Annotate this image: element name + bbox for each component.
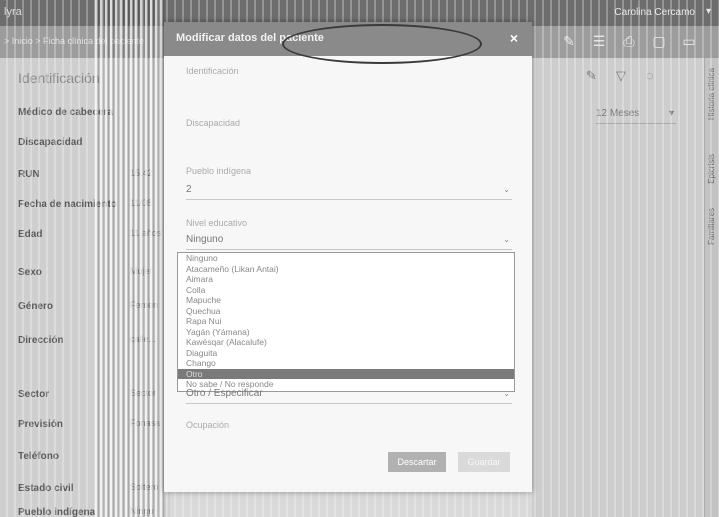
field-value: calle... xyxy=(130,334,157,344)
field-row-fecha-nacimiento: Fecha de nacimiento 11/08 xyxy=(18,198,168,210)
field-value: Fonasa xyxy=(130,418,161,428)
field-label: RUN xyxy=(18,169,40,180)
field-value: Ningu xyxy=(130,506,154,516)
chevron-down-icon: ▾ xyxy=(668,108,674,119)
field-row-edad: Edad 11 años xyxy=(18,228,168,240)
months-select-value: 12 Meses xyxy=(596,108,640,119)
field-label: Sexo xyxy=(18,267,42,278)
months-select[interactable]: 12 Meses ▾ xyxy=(596,108,676,124)
dropdown-option[interactable]: Diaguita xyxy=(178,348,514,359)
chevron-down-icon: ⌄ xyxy=(503,235,510,244)
field-label: Teléfono xyxy=(18,451,59,462)
select-value: Ninguno xyxy=(186,234,224,245)
chat-icon[interactable]: ◌ xyxy=(646,68,654,83)
dropdown-option[interactable]: Mapuche xyxy=(178,295,514,306)
dropdown-option[interactable]: Kawésqar (Alacalufe) xyxy=(178,337,514,348)
chevron-down-icon: ⌄ xyxy=(503,185,510,194)
field-row-telefono: Teléfono xyxy=(18,450,168,462)
edit-icon[interactable]: ✎ xyxy=(560,32,578,50)
highlight-oval xyxy=(282,24,482,64)
field-value: Femen xyxy=(130,300,159,310)
dropdown-option-selected[interactable]: Otro xyxy=(178,368,514,379)
dropdown-option[interactable]: Quechua xyxy=(178,306,514,317)
field-row-prevision: Previsión Fonasa xyxy=(18,418,168,430)
field-label: Estado civil xyxy=(18,483,74,494)
side-tabs: Historia clínica Epicrisis Familiares xyxy=(704,58,719,517)
select-value: Otro / Especificar xyxy=(186,388,263,399)
field-value: Sector xyxy=(130,388,157,398)
right-content-area: ✎ ▽ ◌ 12 Meses ▾ xyxy=(532,58,704,517)
document-icon[interactable]: ▢ xyxy=(650,32,668,50)
modal-field-label: Nivel educativo xyxy=(186,218,248,228)
chevron-down-icon: ⌄ xyxy=(503,389,510,398)
app-title: lyra xyxy=(4,6,22,18)
select-field[interactable]: Otro / Especificar ⌄ xyxy=(186,388,512,404)
edit-patient-modal: Modificar datos del paciente × Identific… xyxy=(164,22,532,492)
field-row-genero: Género Femen xyxy=(18,300,168,312)
dropdown-option[interactable]: Colla xyxy=(178,285,514,296)
breadcrumb[interactable]: > Inicio > Ficha clínica del paciente xyxy=(4,36,144,46)
dropdown-option[interactable]: Aimara xyxy=(178,274,514,285)
field-label: Fecha de nacimiento xyxy=(18,199,117,210)
dropdown-option[interactable]: Ninguno xyxy=(178,253,514,264)
close-icon[interactable]: × xyxy=(510,30,518,46)
field-label: Médico de cabecera xyxy=(18,107,114,118)
pueblo-indigena-select[interactable]: Ninguno ⌄ xyxy=(186,234,512,250)
cancel-button[interactable]: Descartar xyxy=(388,452,446,472)
field-label: Edad xyxy=(18,229,43,240)
side-tab-familiares[interactable]: Familiares xyxy=(707,208,716,245)
field-value: 15.42 xyxy=(130,168,153,178)
field-label: Discapacidad xyxy=(18,137,83,148)
pencil-icon[interactable]: ✎ xyxy=(586,68,597,84)
field-value: Soltero xyxy=(130,482,159,492)
dropdown-option[interactable]: Chango xyxy=(178,358,514,369)
dropdown-option[interactable]: Rapa Nui xyxy=(178,316,514,327)
modal-field-label: Discapacidad xyxy=(186,118,241,128)
field-row-pueblo-indigena: Pueblo indígena Ningu xyxy=(18,506,168,517)
dropdown-option[interactable]: Atacameño (Likan Antai) xyxy=(178,264,514,275)
dropdown-list: Ninguno Atacameño (Likan Antai) Aimara C… xyxy=(177,252,515,392)
list-icon[interactable]: ☰ xyxy=(590,32,608,50)
user-menu[interactable]: Carolina Cercamo xyxy=(614,7,695,18)
folder-icon[interactable]: ▭ xyxy=(680,32,698,50)
dropdown-option[interactable]: Yagán (Yámana) xyxy=(178,327,514,338)
chevron-down-icon[interactable]: ▾ xyxy=(706,6,711,17)
modal-field-label: Pueblo indígena xyxy=(186,166,252,176)
field-label: Previsión xyxy=(18,419,64,430)
filter-icon[interactable]: ▽ xyxy=(616,68,626,84)
field-label: Pueblo indígena xyxy=(18,507,96,517)
field-row-discapacidad: Discapacidad xyxy=(18,136,168,148)
field-row-medico: Médico de cabecera xyxy=(18,106,168,118)
field-value: 11 años xyxy=(130,228,162,238)
panel-title: Identificación xyxy=(18,70,100,86)
modal-field-label: Ocupación xyxy=(186,420,230,430)
print-icon[interactable]: ⎙ xyxy=(620,32,638,50)
field-label: Dirección xyxy=(18,335,64,346)
field-row-sexo: Sexo Mujer xyxy=(18,266,168,278)
select-value: 2 xyxy=(186,184,192,195)
select-field[interactable]: 2 ⌄ xyxy=(186,184,512,200)
save-button[interactable]: Guardar xyxy=(458,452,510,472)
field-value: 11/08 xyxy=(130,198,152,208)
modal-field-label: Identificación xyxy=(186,66,239,76)
field-label: Sector xyxy=(18,389,50,400)
field-label: Género xyxy=(18,301,54,312)
field-row-sector: Sector Sector xyxy=(18,388,168,400)
patient-identification-panel: Identificación Médico de cabecera Discap… xyxy=(0,58,170,517)
field-row-direccion: Dirección calle... xyxy=(18,334,168,346)
side-tab-epicrisis[interactable]: Epicrisis xyxy=(707,154,716,184)
side-tab-historia[interactable]: Historia clínica xyxy=(707,68,716,120)
field-row-run: RUN 15.42 xyxy=(18,168,168,180)
field-row-estado-civil: Estado civil Soltero xyxy=(18,482,168,494)
field-value: Mujer xyxy=(130,266,153,276)
